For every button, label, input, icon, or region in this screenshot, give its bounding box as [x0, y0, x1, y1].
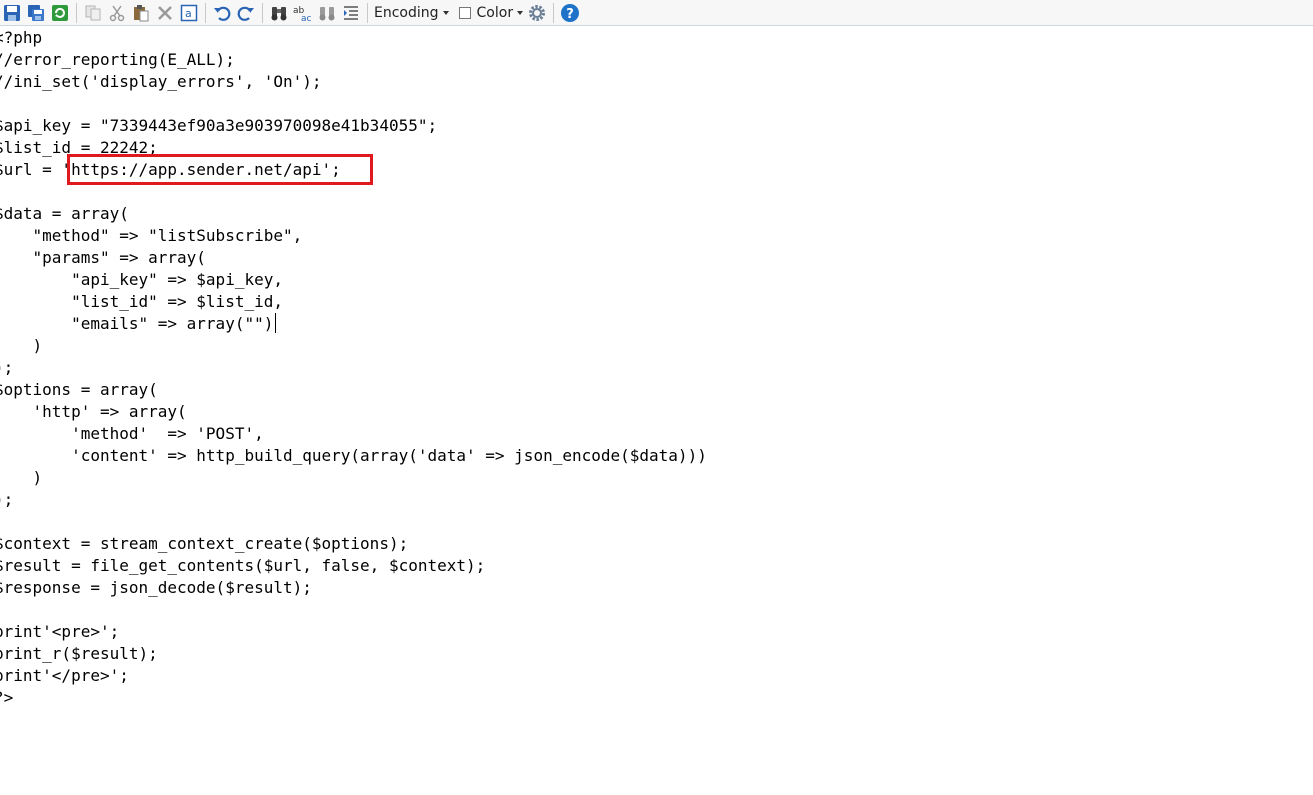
- code-line[interactable]: "emails" => array(""): [0, 313, 707, 335]
- code-line[interactable]: print'</pre>';: [0, 665, 707, 687]
- redo-icon[interactable]: [235, 2, 257, 24]
- code-line[interactable]: ?>: [0, 687, 707, 709]
- url-highlight-box: [67, 154, 373, 185]
- code-line[interactable]: "api_key" => $api_key,: [0, 269, 707, 291]
- encoding-label: Encoding: [374, 4, 439, 21]
- svg-text:a: a: [185, 7, 192, 20]
- code-line[interactable]: );: [0, 357, 707, 379]
- color-dropdown[interactable]: Color: [457, 2, 526, 24]
- cut-icon[interactable]: [106, 2, 128, 24]
- undo-icon[interactable]: [211, 2, 233, 24]
- svg-text:ac: ac: [301, 14, 312, 22]
- code-line[interactable]: );: [0, 489, 707, 511]
- color-label: Color: [476, 4, 514, 21]
- replace-icon[interactable]: ab ac: [292, 2, 314, 24]
- chevron-down-icon: [517, 11, 524, 15]
- svg-text:?: ?: [566, 7, 574, 22]
- text-cursor: [275, 313, 277, 333]
- toolbar-separator: [367, 2, 368, 23]
- code-line[interactable]: "list_id" => $list_id,: [0, 291, 707, 313]
- save-icon[interactable]: [1, 2, 23, 24]
- copy-icon[interactable]: [82, 2, 104, 24]
- find-icon[interactable]: [268, 2, 290, 24]
- code-line[interactable]: ): [0, 335, 707, 357]
- code-line[interactable]: <?php: [0, 27, 707, 49]
- encoding-dropdown[interactable]: Encoding: [372, 2, 451, 24]
- code-line[interactable]: $options = array(: [0, 379, 707, 401]
- settings-icon[interactable]: [526, 2, 548, 24]
- code-line[interactable]: $result = file_get_contents($url, false,…: [0, 555, 707, 577]
- code-line[interactable]: //error_reporting(E_ALL);: [0, 49, 707, 71]
- code-text[interactable]: <?php//error_reporting(E_ALL);//ini_set(…: [0, 27, 707, 709]
- refresh-icon[interactable]: [49, 2, 71, 24]
- code-line[interactable]: print'<pre>';: [0, 621, 707, 643]
- toolbar-separator: [205, 2, 206, 23]
- code-line[interactable]: "params" => array(: [0, 247, 707, 269]
- delete-icon[interactable]: [154, 2, 176, 24]
- help-icon[interactable]: ?: [559, 2, 581, 24]
- chevron-down-icon: [442, 11, 449, 15]
- code-line[interactable]: 'method' => 'POST',: [0, 423, 707, 445]
- save-all-icon[interactable]: [25, 2, 47, 24]
- code-line[interactable]: "method" => "listSubscribe",: [0, 225, 707, 247]
- select-all-icon[interactable]: a: [178, 2, 200, 24]
- paste-icon[interactable]: [130, 2, 152, 24]
- toolbar-separator: [76, 2, 77, 23]
- code-line[interactable]: [0, 511, 707, 533]
- code-line[interactable]: $api_key = "7339443ef90a3e903970098e41b3…: [0, 115, 707, 137]
- code-line[interactable]: $data = array(: [0, 203, 707, 225]
- toolbar-separator: [262, 2, 263, 23]
- find-next-icon[interactable]: [316, 2, 338, 24]
- indent-icon[interactable]: [340, 2, 362, 24]
- code-line[interactable]: [0, 599, 707, 621]
- code-line[interactable]: 'http' => array(: [0, 401, 707, 423]
- color-checkbox[interactable]: [458, 6, 471, 19]
- code-line[interactable]: //ini_set('display_errors', 'On');: [0, 71, 707, 93]
- code-line[interactable]: print_r($result);: [0, 643, 707, 665]
- code-line[interactable]: ): [0, 467, 707, 489]
- code-line[interactable]: $context = stream_context_create($option…: [0, 533, 707, 555]
- toolbar-separator: [553, 2, 555, 23]
- code-line[interactable]: $response = json_decode($result);: [0, 577, 707, 599]
- toolbar: a ab ac Encoding Color ?: [0, 0, 1313, 26]
- code-line[interactable]: 'content' => http_build_query(array('dat…: [0, 445, 707, 467]
- code-line[interactable]: [0, 93, 707, 115]
